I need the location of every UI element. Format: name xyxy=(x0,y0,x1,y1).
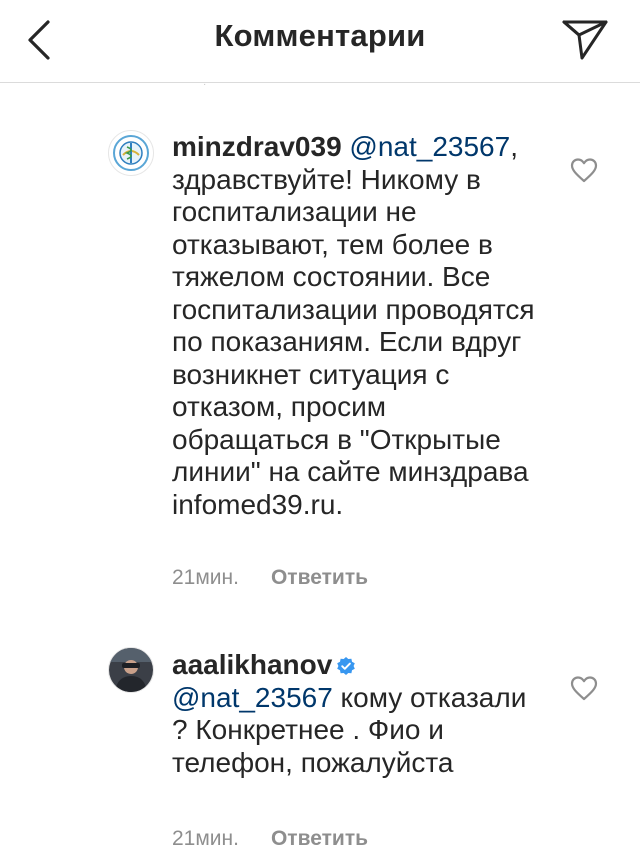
comment-meta: 21мин. Ответить xyxy=(172,827,368,851)
comment-time: 21мин. xyxy=(172,827,239,850)
like-button[interactable] xyxy=(570,675,598,701)
comment-meta: 21мин. Ответить xyxy=(172,566,368,590)
comment-mention[interactable]: @nat_23567 xyxy=(172,682,333,713)
comment-text: minzdrav039 @nat_23567, здравствуйте! Ни… xyxy=(172,131,542,521)
share-button[interactable] xyxy=(560,16,610,62)
avatar[interactable] xyxy=(108,647,154,693)
heart-outline-icon xyxy=(570,676,598,701)
reply-button[interactable]: Ответить xyxy=(271,566,368,589)
verified-badge-icon xyxy=(336,651,356,675)
heart-outline-icon xyxy=(570,158,598,183)
reply-button[interactable]: Ответить xyxy=(271,827,368,850)
comment-mention[interactable]: @nat_23567 xyxy=(349,131,510,162)
avatar[interactable] xyxy=(108,130,154,176)
direct-send-icon xyxy=(562,20,608,60)
comment-time: 21мин. xyxy=(172,566,239,589)
comment-body: , здравствуйте! Никому в госпитализации … xyxy=(172,131,535,520)
page-title: Комментарии xyxy=(214,18,426,53)
like-button[interactable] xyxy=(570,157,598,183)
user-photo-icon xyxy=(109,648,153,692)
comment-text: aaalikhanov @nat_23567 кому отказали ? К… xyxy=(172,649,542,779)
comment-username[interactable]: minzdrav039 xyxy=(172,131,342,162)
ministry-logo-icon xyxy=(109,131,153,175)
top-bar: Комментарии xyxy=(0,0,640,83)
scroll-indicator: · xyxy=(203,79,207,90)
comment-username[interactable]: aaalikhanov xyxy=(172,649,332,680)
